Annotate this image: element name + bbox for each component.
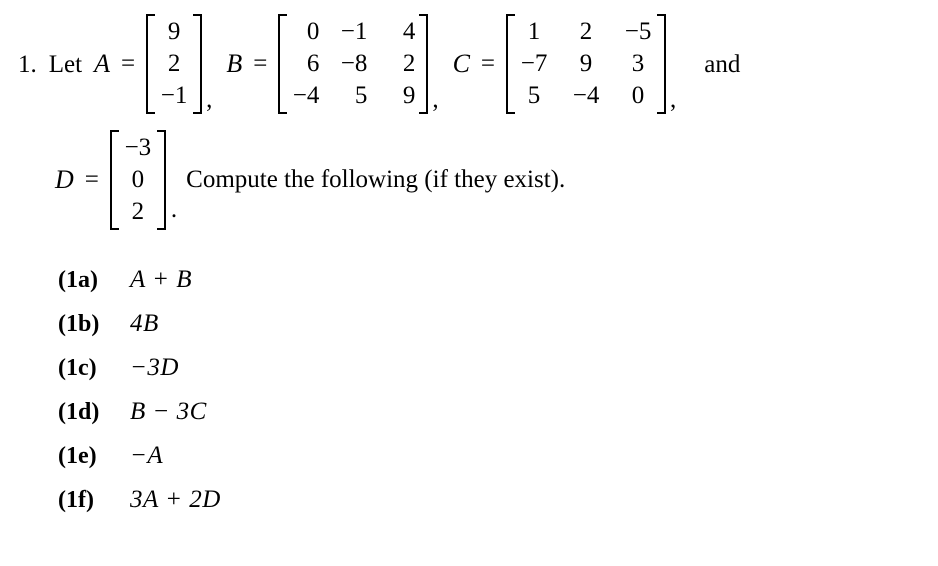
matrix-c-grid: 1 2 −5 −7 9 3 5 −4 0 <box>517 14 655 114</box>
equals-sign-b: = <box>253 50 268 77</box>
subitem-tag: (1c) <box>58 355 97 381</box>
list-item: (1b) 4B <box>58 310 221 354</box>
matrix-cell: −4 <box>572 82 600 109</box>
matrix-cell: 0 <box>631 82 645 109</box>
matrix-d: −3 0 2 <box>109 130 166 230</box>
lead-text: Let <box>48 50 83 78</box>
bracket-right-icon <box>156 130 166 230</box>
matrix-cell: 9 <box>402 82 416 109</box>
matrix-label-a: A <box>94 49 110 78</box>
matrix-cell: −3 <box>124 134 152 161</box>
subitem-expression: −A <box>130 442 164 469</box>
matrix-a-grid: 9 2 −1 <box>157 14 191 114</box>
subitem-tag: (1e) <box>58 443 97 469</box>
matrix-cell: −1 <box>340 18 368 45</box>
and-text: and <box>704 50 741 78</box>
bracket-left-icon <box>109 130 119 230</box>
problem-number: 1. <box>18 50 37 78</box>
bracket-left-icon <box>278 14 288 114</box>
matrix-cell: 9 <box>167 18 181 45</box>
matrix-cell: 9 <box>579 50 593 77</box>
bracket-right-icon <box>419 14 429 114</box>
matrix-cell: −7 <box>520 50 548 77</box>
subitem-expression: −3D <box>130 354 179 381</box>
list-item: (1c) −3D <box>58 354 221 398</box>
matrix-cell: 3 <box>631 50 645 77</box>
comma-separator: , <box>432 86 439 113</box>
matrix-cell: 0 <box>131 166 145 193</box>
matrix-b-grid: 0 −1 4 6 −8 2 −4 5 9 <box>289 14 417 114</box>
subitem-tag: (1a) <box>58 267 98 293</box>
matrix-cell: 5 <box>354 82 368 109</box>
matrix-cell: 1 <box>527 18 541 45</box>
period-mark: . <box>170 196 178 223</box>
document-page: 1. Let A = 9 2 −1 , B = 0 −1 4 6 −8 2 −4… <box>0 0 938 566</box>
instruction-text: Compute the following (if they exist). <box>186 166 566 193</box>
matrix-cell: −4 <box>292 82 320 109</box>
matrix-b: 0 −1 4 6 −8 2 −4 5 9 <box>278 14 429 114</box>
matrix-c: 1 2 −5 −7 9 3 5 −4 0 <box>506 14 667 114</box>
matrix-cell: −5 <box>624 18 652 45</box>
comma-separator: , <box>670 86 677 113</box>
matrix-cell: 2 <box>579 18 593 45</box>
subitem-expression: 4B <box>130 310 159 337</box>
equals-sign-c: = <box>480 50 496 77</box>
subitem-expression: A + B <box>130 266 192 293</box>
subitem-list: (1a) A + B (1b) 4B (1c) −3D (1d) B − 3C … <box>58 266 221 530</box>
bracket-left-icon <box>146 14 156 114</box>
matrix-cell: 0 <box>306 18 320 45</box>
subitem-tag: (1d) <box>58 399 100 425</box>
matrix-cell: 2 <box>131 198 145 225</box>
bracket-right-icon <box>193 14 203 114</box>
matrix-cell: 5 <box>527 82 541 109</box>
equals-sign-d: = <box>84 166 99 193</box>
subitem-tag: (1f) <box>58 487 94 513</box>
matrix-label-b: B <box>226 49 243 78</box>
subitem-tag: (1b) <box>58 311 100 337</box>
subitem-expression: B − 3C <box>130 398 207 425</box>
bracket-left-icon <box>506 14 516 114</box>
matrix-cell: 2 <box>167 50 181 77</box>
matrix-cell: 6 <box>306 50 320 77</box>
matrix-a: 9 2 −1 <box>146 14 203 114</box>
matrix-label-d: D <box>55 165 74 194</box>
matrix-d-grid: −3 0 2 <box>121 130 155 230</box>
matrix-label-c: C <box>452 49 470 78</box>
list-item: (1d) B − 3C <box>58 398 221 442</box>
bracket-right-icon <box>657 14 667 114</box>
matrix-cell: 4 <box>402 18 416 45</box>
matrix-cell: −1 <box>160 82 188 109</box>
matrix-cell: −8 <box>340 50 368 77</box>
matrix-cell: 2 <box>402 50 416 77</box>
list-item: (1e) −A <box>58 442 221 486</box>
equals-sign-a: = <box>120 50 136 77</box>
statement-line-2: D = −3 0 2 . Compute the following (if t… <box>55 130 566 230</box>
statement-line-1: 1. Let A = 9 2 −1 , B = 0 −1 4 6 −8 2 −4… <box>18 8 740 120</box>
subitem-expression: 3A + 2D <box>130 486 221 513</box>
list-item: (1f) 3A + 2D <box>58 486 221 530</box>
list-item: (1a) A + B <box>58 266 221 310</box>
comma-separator: , <box>206 86 213 113</box>
